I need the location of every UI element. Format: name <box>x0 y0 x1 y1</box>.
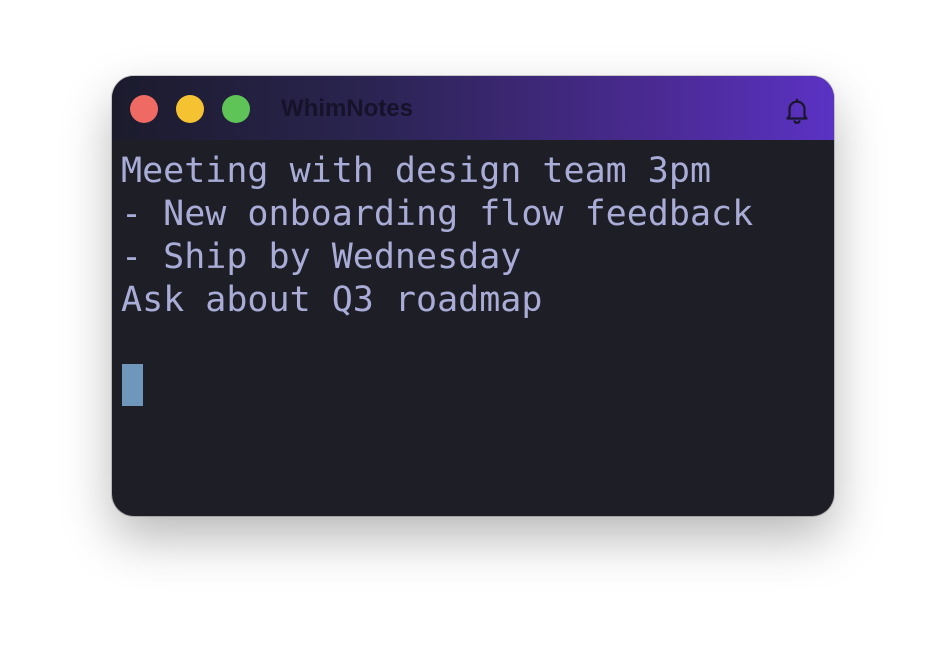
close-button[interactable] <box>130 95 158 123</box>
zoom-button[interactable] <box>222 95 250 123</box>
note-line: - New onboarding flow feedback <box>121 194 754 234</box>
minimize-button[interactable] <box>176 95 204 123</box>
text-cursor <box>122 364 143 406</box>
note-line: Ask about Q3 roadmap <box>121 280 543 320</box>
app-window: WhimNotes Meeting with design team 3pm -… <box>112 76 834 516</box>
note-editor[interactable]: Meeting with design team 3pm - New onboa… <box>121 150 821 500</box>
note-line <box>121 322 821 365</box>
note-line: Meeting with design team 3pm <box>121 151 712 191</box>
bell-icon[interactable] <box>782 96 812 126</box>
note-line: - Ship by Wednesday <box>121 237 522 277</box>
app-title: WhimNotes <box>281 95 413 122</box>
titlebar[interactable]: WhimNotes <box>112 76 834 140</box>
